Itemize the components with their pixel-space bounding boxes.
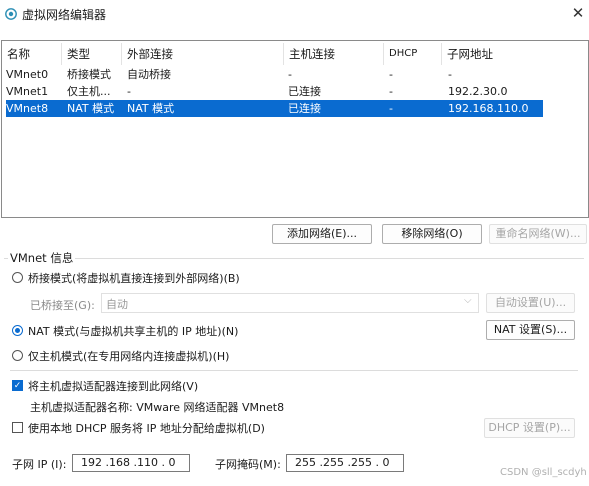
cell-dhcp: -	[389, 102, 393, 115]
connect-adapter-checkbox[interactable]: ✓	[12, 380, 23, 391]
subnet-ip-input[interactable]: 192 .168 .110 . 0	[72, 454, 190, 472]
cell-type: 仅主机...	[67, 85, 111, 98]
table-row-selected[interactable]: VMnet8 NAT 模式 NAT 模式 已连接 - 192.168.110.0	[6, 100, 543, 117]
group-divider	[4, 258, 584, 259]
auto-settings-button[interactable]: 自动设置(U)...	[486, 293, 575, 313]
cell-host: 已连接	[288, 85, 321, 98]
cell-external: NAT 模式	[127, 102, 175, 115]
bridged-label[interactable]: 桥接模式(将虚拟机直接连接到外部网络)(B)	[28, 270, 240, 286]
vmnet-info-title: VMnet 信息	[8, 250, 76, 266]
cell-dhcp: -	[389, 85, 393, 98]
dhcp-checkbox[interactable]	[12, 422, 23, 433]
cell-external: 自动桥接	[127, 68, 171, 81]
globe-icon	[5, 8, 17, 20]
cell-subnet: 192.2.30.0	[448, 85, 508, 98]
cell-type: 桥接模式	[67, 68, 111, 81]
nat-label[interactable]: NAT 模式(与虚拟机共享主机的 IP 地址)(N)	[28, 323, 238, 339]
nat-radio[interactable]	[12, 325, 23, 336]
connect-adapter-label[interactable]: 将主机虚拟适配器连接到此网络(V)	[28, 378, 198, 394]
dhcp-label[interactable]: 使用本地 DHCP 服务将 IP 地址分配给虚拟机(D)	[28, 420, 265, 436]
cell-name: VMnet0	[6, 68, 49, 81]
column-header-subnet[interactable]: 子网地址	[442, 43, 542, 65]
cell-dhcp: -	[389, 68, 393, 81]
hostonly-radio[interactable]	[12, 350, 23, 361]
column-header-external[interactable]: 外部连接	[122, 43, 284, 65]
close-icon[interactable]: ✕	[568, 3, 588, 23]
subnet-ip-label: 子网 IP (I):	[12, 458, 67, 471]
watermark-text: CSDN @sll_scdyh	[500, 467, 587, 478]
nat-settings-button[interactable]: NAT 设置(S)...	[486, 320, 575, 340]
cell-type: NAT 模式	[67, 102, 115, 115]
subnet-mask-input[interactable]: 255 .255 .255 . 0	[286, 454, 404, 472]
column-header-type[interactable]: 类型	[62, 43, 122, 65]
bridged-to-value: 自动	[106, 298, 128, 311]
adapter-name-label: 主机虚拟适配器名称: VMware 网络适配器 VMnet8	[30, 401, 285, 414]
cell-subnet: -	[448, 68, 452, 81]
cell-external: -	[127, 85, 131, 98]
window-title: 虚拟网络编辑器	[22, 8, 107, 22]
add-network-button[interactable]: 添加网络(E)...	[272, 224, 372, 244]
cell-name: VMnet1	[6, 85, 49, 98]
subnet-mask-label: 子网掩码(M):	[215, 458, 281, 471]
cell-subnet: 192.168.110.0	[448, 102, 529, 115]
rename-network-button[interactable]: 重命名网络(W)...	[489, 224, 587, 244]
title-bar: 虚拟网络编辑器 ✕	[0, 0, 589, 28]
bridged-to-label: 已桥接至(G):	[30, 299, 95, 312]
section-divider	[10, 370, 578, 371]
bridged-radio[interactable]	[12, 272, 23, 283]
cell-host: -	[288, 68, 292, 81]
table-row[interactable]: VMnet1 仅主机... - 已连接 - 192.2.30.0	[6, 83, 543, 100]
chevron-down-icon: ⌵	[464, 295, 472, 306]
hostonly-label[interactable]: 仅主机模式(在专用网络内连接虚拟机)(H)	[28, 348, 229, 364]
cell-host: 已连接	[288, 102, 321, 115]
remove-network-button[interactable]: 移除网络(O)	[382, 224, 482, 244]
dhcp-settings-button[interactable]: DHCP 设置(P)...	[484, 418, 575, 438]
column-header-name[interactable]: 名称	[2, 43, 62, 65]
column-header-host[interactable]: 主机连接	[284, 43, 384, 65]
network-list[interactable]: 名称 类型 外部连接 主机连接 DHCP 子网地址 VMnet0 桥接模式 自动…	[1, 40, 589, 218]
cell-name: VMnet8	[6, 102, 49, 115]
column-header-dhcp[interactable]: DHCP	[384, 43, 442, 65]
bridged-to-select[interactable]: 自动 ⌵	[101, 293, 479, 313]
table-row[interactable]: VMnet0 桥接模式 自动桥接 - - -	[6, 66, 543, 83]
